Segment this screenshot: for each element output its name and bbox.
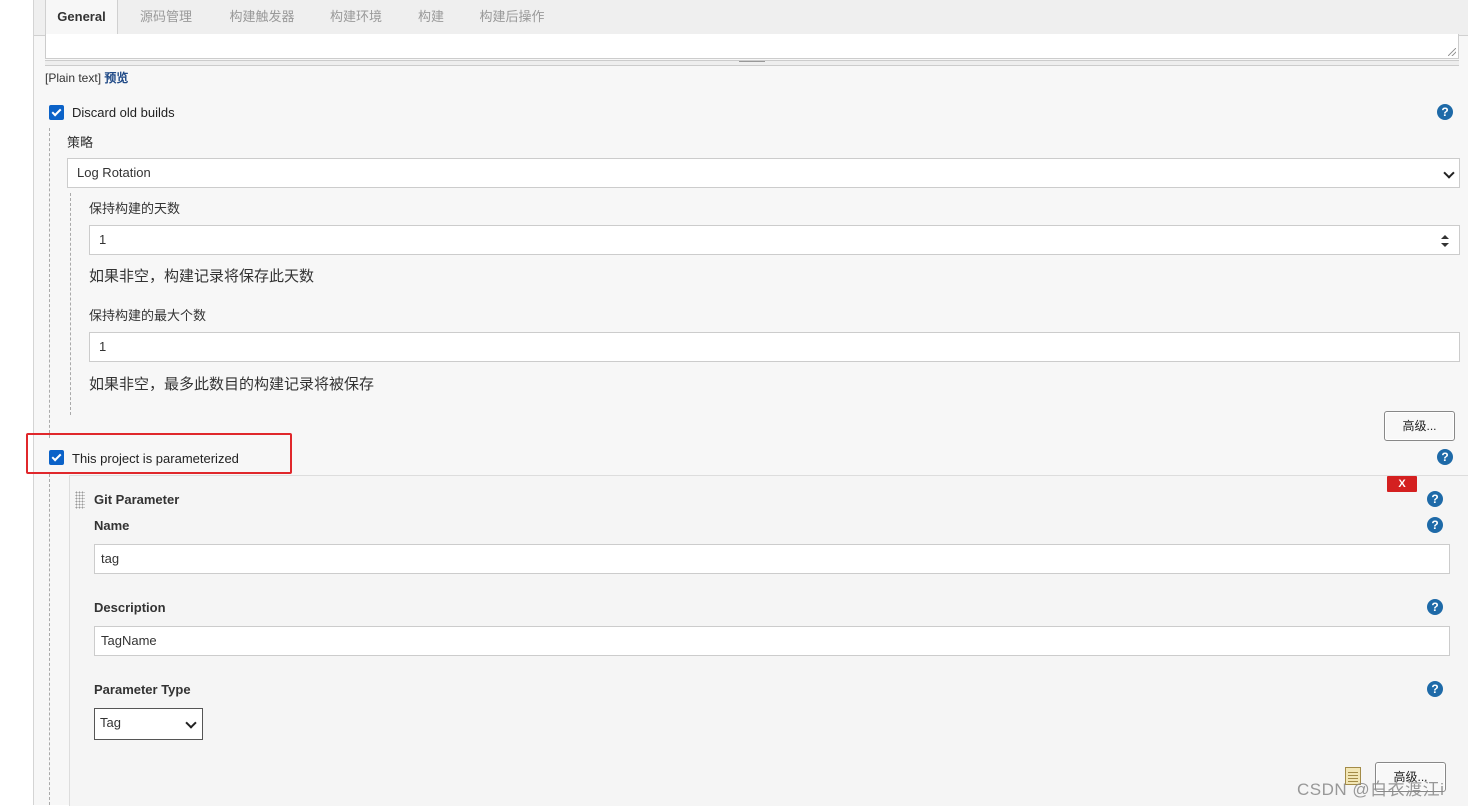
- description-format: [Plain text] 预览: [45, 69, 128, 86]
- parameter-section-guide: [49, 474, 50, 805]
- tab-build-environment[interactable]: 构建环境: [318, 0, 394, 35]
- parameterized-checkbox[interactable]: [49, 450, 64, 465]
- description-input[interactable]: TagName: [94, 626, 1450, 656]
- tab-source-code[interactable]: 源码管理: [126, 0, 206, 35]
- max-builds-input[interactable]: 1: [89, 332, 1460, 362]
- resize-knob: [739, 61, 765, 64]
- strategy-label: 策略: [67, 135, 94, 150]
- help-icon[interactable]: ?: [1437, 104, 1453, 120]
- max-builds-value: 1: [99, 339, 107, 354]
- parameter-type-value: Tag: [100, 715, 121, 730]
- advanced-button[interactable]: 高级...: [1384, 411, 1455, 441]
- chevron-down-icon: [185, 717, 197, 729]
- parameterized-label: This project is parameterized: [72, 451, 239, 466]
- parameter-type-label: Parameter Type: [94, 682, 191, 697]
- help-icon[interactable]: ?: [1427, 599, 1443, 615]
- discard-old-builds-checkbox[interactable]: [49, 105, 64, 120]
- description-textarea[interactable]: [45, 34, 1459, 59]
- delete-parameter-button[interactable]: X: [1387, 476, 1417, 492]
- git-parameter-title: Git Parameter: [94, 492, 180, 507]
- max-builds-label: 保持构建的最大个数: [89, 308, 207, 323]
- name-input[interactable]: tag: [94, 544, 1450, 574]
- config-panel: General 源码管理 构建触发器 构建环境 构建 构建后操作 [Plain …: [26, 0, 1468, 806]
- textarea-resize-handle[interactable]: [45, 60, 1459, 66]
- config-tabbar: General 源码管理 构建触发器 构建环境 构建 构建后操作: [34, 0, 1468, 36]
- help-icon[interactable]: ?: [1427, 517, 1443, 533]
- drag-handle-icon[interactable]: [75, 491, 85, 509]
- tab-general[interactable]: General: [45, 0, 118, 36]
- parameter-type-select[interactable]: Tag: [94, 708, 203, 740]
- strategy-section-guide: [70, 193, 71, 415]
- days-to-keep-hint: 如果非空，构建记录将保存此天数: [89, 268, 315, 285]
- tab-post-build[interactable]: 构建后操作: [466, 0, 558, 35]
- resize-grip-icon[interactable]: [1448, 48, 1456, 56]
- name-value: tag: [101, 551, 120, 566]
- tab-build[interactable]: 构建: [406, 0, 456, 35]
- format-text: [Plain text]: [45, 71, 102, 85]
- preview-link[interactable]: 预览: [104, 71, 128, 85]
- help-icon[interactable]: ?: [1427, 491, 1443, 507]
- strategy-select[interactable]: Log Rotation: [67, 158, 1460, 188]
- watermark: CSDN @白衣渡江i: [1297, 780, 1445, 799]
- days-to-keep-label: 保持构建的天数: [89, 201, 181, 216]
- description-label: Description: [94, 600, 166, 615]
- name-label: Name: [94, 518, 130, 533]
- chevron-down-icon: [1443, 167, 1455, 179]
- git-parameter-block: Git Parameter X ? Name ? tag Description…: [69, 475, 1468, 806]
- days-to-keep-value: 1: [99, 232, 107, 247]
- days-to-keep-input[interactable]: 1: [89, 225, 1460, 255]
- discard-section-guide: [49, 128, 50, 438]
- help-icon[interactable]: ?: [1427, 681, 1443, 697]
- max-builds-hint: 如果非空，最多此数目的构建记录将被保存: [89, 376, 375, 393]
- discard-old-builds-label: Discard old builds: [72, 105, 175, 120]
- strategy-value: Log Rotation: [77, 165, 151, 180]
- tab-build-triggers[interactable]: 构建触发器: [216, 0, 308, 35]
- help-icon[interactable]: ?: [1437, 449, 1453, 465]
- description-value: TagName: [101, 633, 157, 648]
- number-spinner-icon[interactable]: [1441, 235, 1449, 247]
